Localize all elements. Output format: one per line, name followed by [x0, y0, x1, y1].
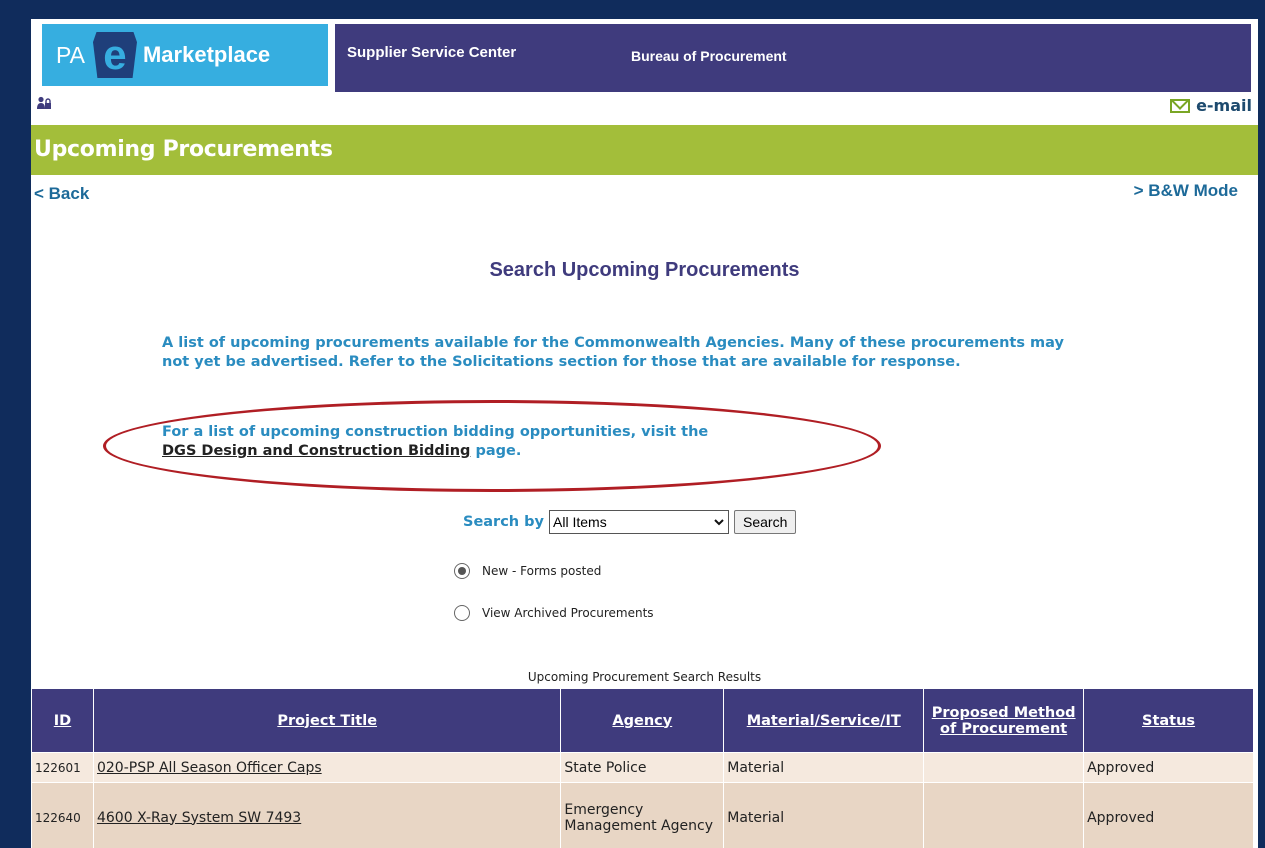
- project-title-link[interactable]: 020-PSP All Season Officer Caps: [97, 760, 322, 776]
- results-table: ID Project Title Agency Material/Service…: [31, 688, 1254, 848]
- logo-pa-text: PA: [56, 41, 85, 68]
- radio-new-forms-label: New - Forms posted: [482, 564, 602, 578]
- cell-agency: State Police: [560, 752, 725, 783]
- email-label: e-mail: [1196, 96, 1252, 115]
- highlight-ellipse: [103, 400, 881, 492]
- radio-new-forms[interactable]: New - Forms posted: [454, 563, 601, 579]
- chevron-down-icon: [714, 515, 724, 529]
- project-title-link[interactable]: 4600 X-Ray System SW 7493: [97, 810, 301, 826]
- cell-type: Material: [723, 782, 925, 848]
- radio-archived-dot[interactable]: [454, 605, 470, 621]
- cell-title: 020-PSP All Season Officer Caps: [92, 752, 562, 783]
- bw-mode-link[interactable]: > B&W Mode: [1134, 181, 1238, 201]
- cell-agency: Emergency Management Agency: [560, 782, 725, 848]
- cell-method: [923, 752, 1085, 783]
- user-lock-icon[interactable]: [37, 96, 51, 114]
- logo-marketplace-text: Marketplace: [142, 42, 271, 67]
- pa-emarketplace-logo[interactable]: PA e Marketplace: [42, 24, 328, 86]
- envelope-icon: [1170, 98, 1191, 113]
- nav-supplier-service-center[interactable]: Supplier Service Center: [347, 44, 516, 61]
- title-bar: Upcoming Procurements: [31, 125, 1258, 175]
- search-by-label: Search by: [463, 514, 545, 530]
- table-row: 122601 020-PSP All Season Officer Caps S…: [31, 752, 1254, 783]
- cell-status: Approved: [1083, 782, 1254, 848]
- section-heading: Search Upcoming Procurements: [489, 259, 800, 281]
- col-material-service-it[interactable]: Material/Service/IT: [723, 688, 925, 753]
- col-status[interactable]: Status: [1083, 688, 1254, 753]
- back-link[interactable]: < Back: [34, 184, 89, 204]
- radio-archived[interactable]: View Archived Procurements: [454, 605, 654, 621]
- cell-title: 4600 X-Ray System SW 7493: [92, 782, 562, 848]
- main-nav: Supplier Service Center Bureau of Procur…: [335, 24, 1251, 92]
- page-title: Upcoming Procurements: [34, 137, 333, 162]
- cell-method: [923, 782, 1085, 848]
- cell-status: Approved: [1083, 752, 1254, 783]
- cell-id: 122601: [31, 752, 94, 783]
- search-by-select[interactable]: All Items: [549, 510, 730, 534]
- radio-archived-label: View Archived Procurements: [482, 606, 654, 620]
- top-banner: PA e Marketplace Supplier Service Center…: [31, 19, 1258, 92]
- search-row: Search by All Items Search: [463, 510, 797, 534]
- keystone-icon: e: [92, 31, 137, 78]
- page: PA e Marketplace Supplier Service Center…: [31, 19, 1258, 848]
- intro-text: A list of upcoming procurements availabl…: [162, 335, 1064, 370]
- nav-bureau-of-procurement[interactable]: Bureau of Procurement: [631, 48, 787, 64]
- email-link[interactable]: e-mail: [1170, 96, 1252, 115]
- search-button[interactable]: Search: [734, 510, 797, 534]
- col-proposed-method[interactable]: Proposed Method of Procurement: [923, 688, 1085, 753]
- results-caption: Upcoming Procurement Search Results: [527, 670, 762, 684]
- col-project-title[interactable]: Project Title: [92, 688, 562, 753]
- search-by-selected: All Items: [553, 514, 607, 530]
- logo-e-text: e: [103, 31, 127, 78]
- user-bar: e-mail: [31, 94, 1258, 124]
- cell-type: Material: [723, 752, 925, 783]
- col-id[interactable]: ID: [31, 688, 94, 753]
- cell-id: 122640: [31, 782, 94, 848]
- table-row: 122640 4600 X-Ray System SW 7493 Emergen…: [31, 782, 1254, 848]
- col-agency[interactable]: Agency: [560, 688, 725, 753]
- radio-new-forms-dot[interactable]: [454, 563, 470, 579]
